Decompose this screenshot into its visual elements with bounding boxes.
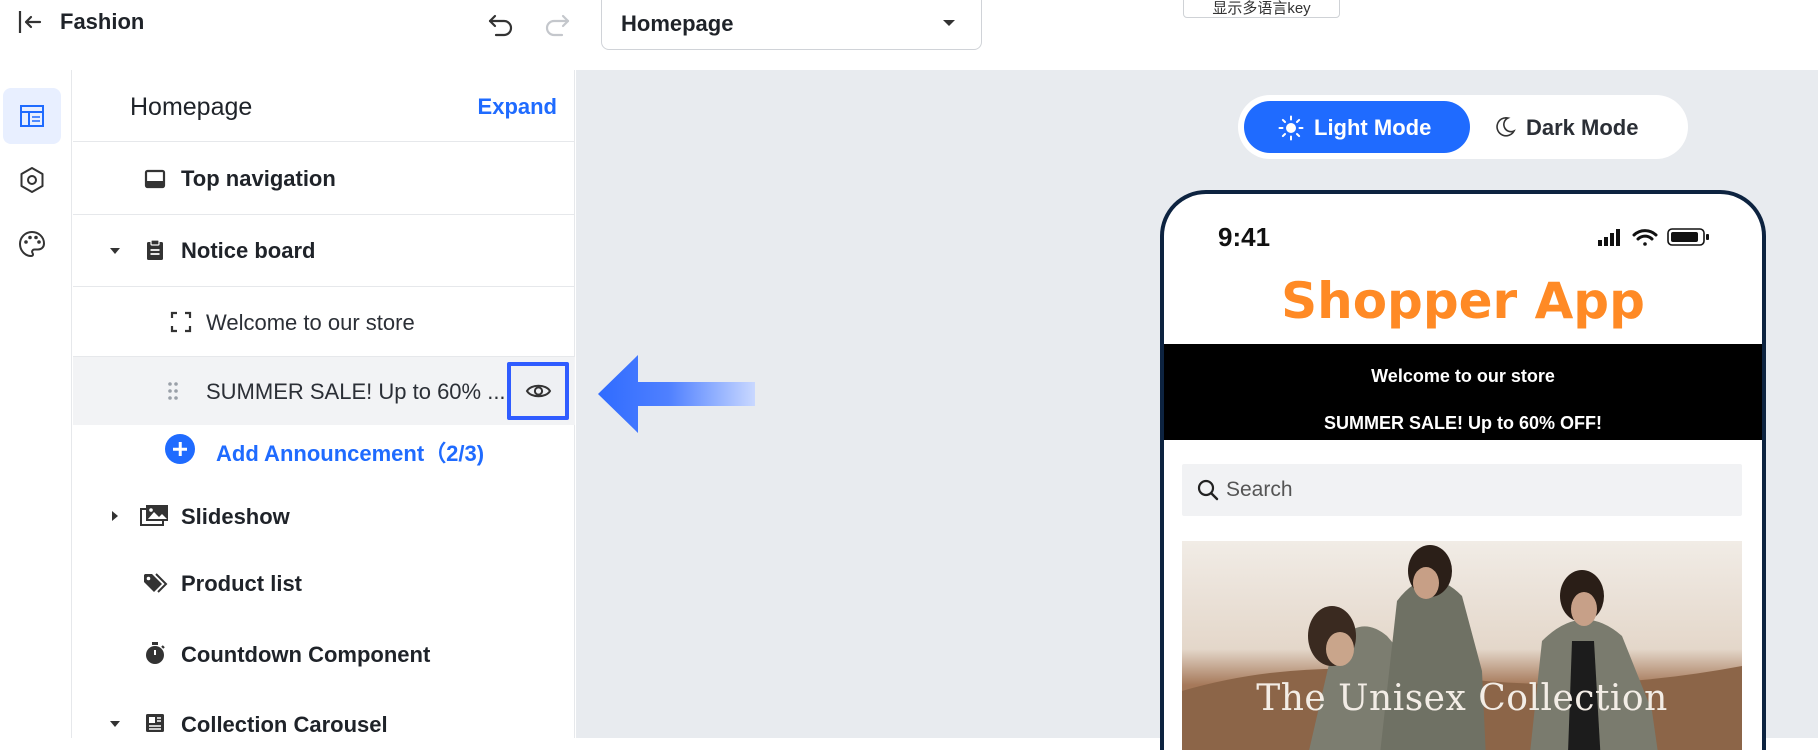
- search-icon: [1197, 479, 1219, 501]
- show-language-key-button[interactable]: 显示多语言key: [1183, 0, 1340, 18]
- search-placeholder: Search: [1226, 478, 1293, 501]
- shop-name: Fashion: [60, 9, 145, 34]
- plus-circle-icon: [165, 434, 195, 464]
- collapse-caret-icon[interactable]: [110, 248, 120, 254]
- light-mode-label: Light Mode: [1314, 115, 1432, 140]
- phone-preview: 9:41 Shopper App Welcome to our store SU…: [1160, 190, 1766, 750]
- collapse-caret-icon[interactable]: [110, 721, 120, 727]
- dark-mode-button[interactable]: Dark Mode: [1478, 101, 1678, 153]
- toggle-visibility-button[interactable]: [507, 362, 569, 420]
- app-title: Shopper App: [1281, 272, 1645, 330]
- tree-item-collection-carousel[interactable]: Collection Carousel: [73, 689, 575, 749]
- tree-item-label: SUMMER SALE! Up to 60% ...: [206, 379, 506, 404]
- navigation-bar-icon: [144, 169, 166, 189]
- rail-item-settings[interactable]: [3, 152, 61, 208]
- page-selector[interactable]: Homepage: [601, 0, 982, 50]
- layout-icon: [20, 105, 44, 127]
- tags-icon: [144, 573, 168, 593]
- status-bar-time: 9:41: [1218, 222, 1271, 252]
- pointer-arrow-icon: [598, 355, 755, 433]
- expand-frame-icon: [170, 311, 192, 333]
- stopwatch-icon: [146, 642, 165, 664]
- chevron-down-icon: [943, 20, 955, 26]
- wifi-icon: [1632, 229, 1658, 246]
- tree-item-countdown[interactable]: Countdown Component: [73, 619, 575, 689]
- announcement-text-1: Welcome to our store: [1371, 366, 1555, 386]
- tree-item-product-list[interactable]: Product list: [73, 549, 575, 619]
- eye-icon: [525, 384, 552, 398]
- tree-item-label: Notice board: [181, 238, 316, 263]
- light-mode-button[interactable]: Light Mode: [1244, 101, 1470, 153]
- drag-handle-icon[interactable]: [165, 379, 181, 403]
- status-bar-icons: [1598, 228, 1709, 246]
- panel-title: Homepage: [130, 93, 253, 121]
- battery-icon: [1667, 228, 1709, 246]
- rail-item-theme[interactable]: [3, 216, 61, 272]
- announcement-text-2: SUMMER SALE! Up to 60% OFF!: [1324, 413, 1602, 433]
- search-input[interactable]: Search: [1182, 464, 1742, 516]
- palette-icon: [18, 230, 46, 258]
- signal-icon: [1598, 229, 1620, 246]
- rail-item-layout[interactable]: [3, 88, 61, 144]
- top-bar: Fashion Homepage 显示多语言key: [0, 0, 1818, 70]
- page-selector-value: Homepage: [621, 11, 734, 36]
- moon-icon: [1496, 117, 1516, 137]
- carousel-card-icon: [146, 714, 164, 732]
- tree-item-label: Product list: [181, 571, 303, 596]
- tree-item-top-navigation[interactable]: Top navigation: [73, 143, 575, 215]
- tree-item-slideshow[interactable]: Slideshow: [73, 483, 575, 549]
- tree-item-label: Slideshow: [181, 504, 290, 529]
- announcement-bar: Welcome to our store SUMMER SALE! Up to …: [1164, 344, 1762, 440]
- add-announcement-button[interactable]: Add Announcement（2/3): [73, 425, 575, 483]
- exit-editor-icon[interactable]: [16, 8, 44, 36]
- clipboard-icon: [147, 239, 163, 260]
- tree-item-label: Collection Carousel: [181, 712, 388, 737]
- tree-item-notice-board[interactable]: Notice board: [73, 215, 575, 287]
- images-icon: [140, 505, 168, 526]
- tree-item-label: Welcome to our store: [206, 310, 415, 335]
- redo-icon[interactable]: [542, 8, 572, 38]
- section-tree-panel: Homepage Expand Top navigation Notice bo…: [73, 70, 575, 738]
- add-announcement-label: Add Announcement（2/3): [216, 441, 485, 466]
- tree-item-label: Top navigation: [181, 166, 336, 191]
- hero-caption: The Unisex Collection: [1256, 678, 1668, 719]
- dark-mode-label: Dark Mode: [1526, 115, 1639, 140]
- hexagon-settings-icon: [20, 167, 44, 193]
- panel-header: Homepage Expand: [73, 70, 575, 142]
- tree-item-label: Countdown Component: [181, 642, 431, 667]
- undo-icon[interactable]: [486, 8, 516, 38]
- theme-mode-toggle: Light Mode Dark Mode: [1238, 95, 1688, 159]
- sun-icon: [1278, 115, 1304, 141]
- tree-item-announcement-1[interactable]: Welcome to our store: [73, 287, 575, 357]
- left-rail: [0, 70, 72, 738]
- expand-button[interactable]: Expand: [478, 94, 557, 120]
- expand-caret-icon[interactable]: [112, 511, 118, 521]
- slideshow-hero-image[interactable]: The Unisex Collection: [1182, 541, 1742, 750]
- tree-item-announcement-2[interactable]: SUMMER SALE! Up to 60% ...: [73, 357, 575, 425]
